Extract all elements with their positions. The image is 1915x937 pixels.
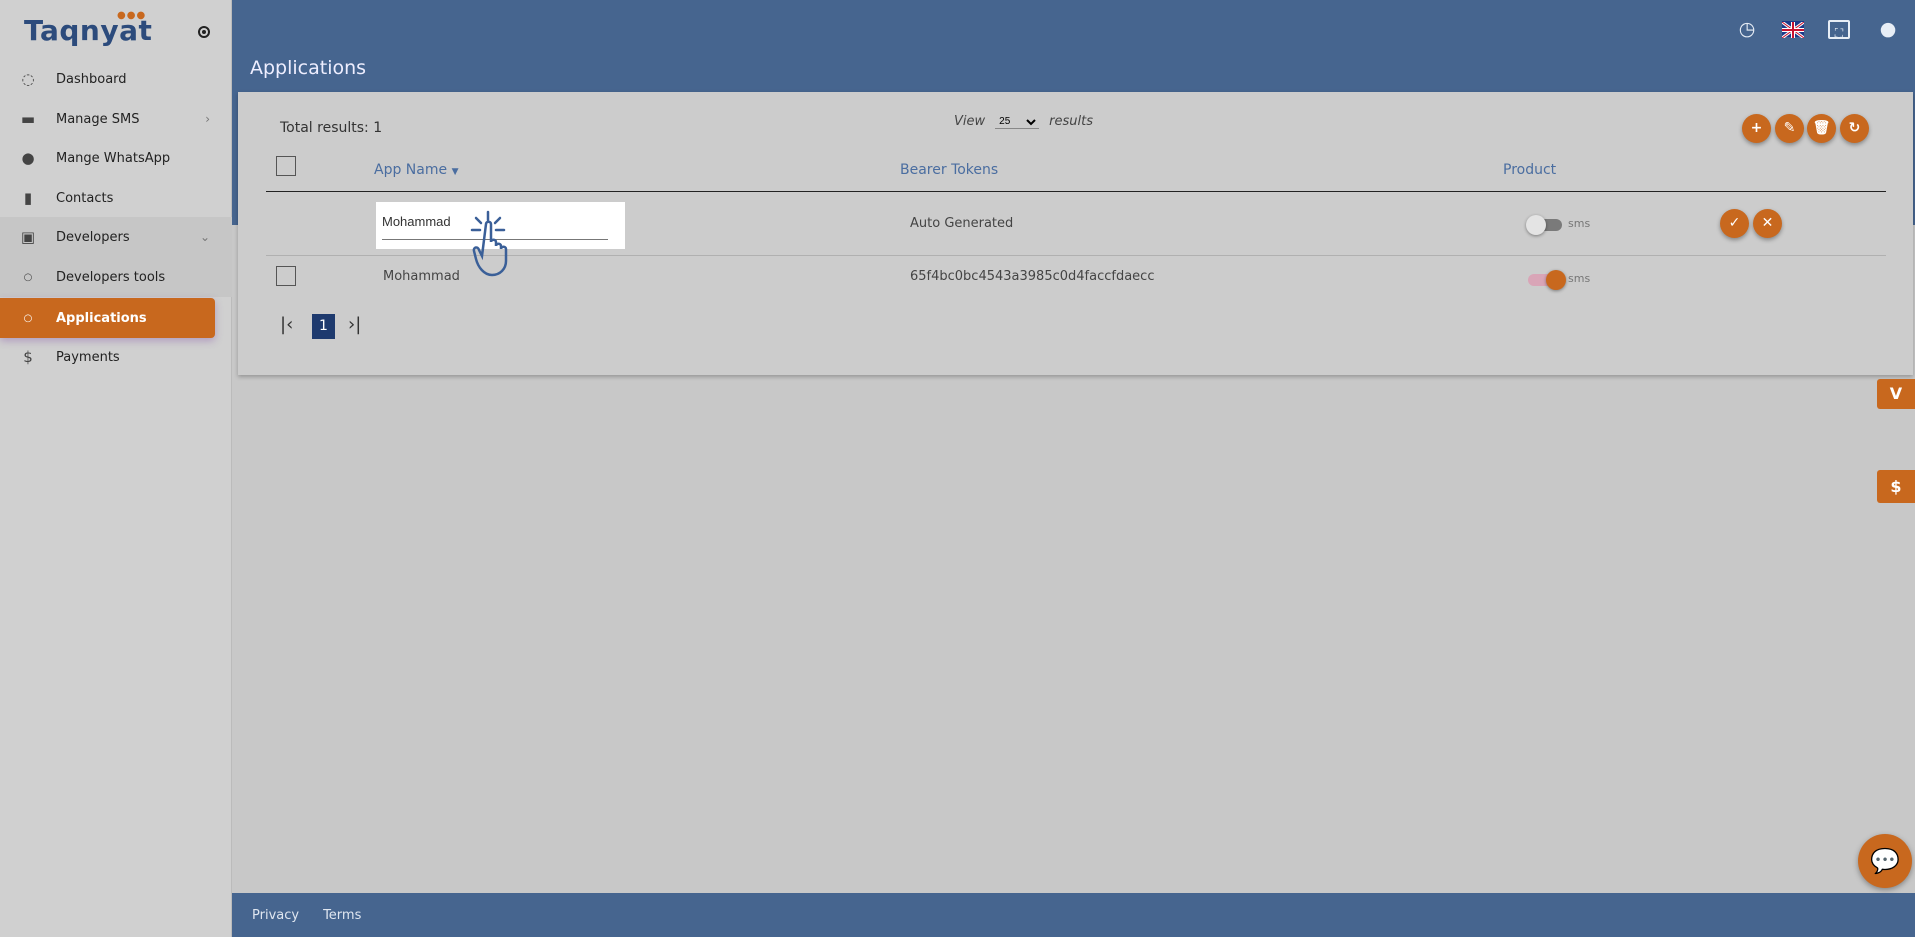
- footer: Privacy Terms: [232, 893, 1915, 937]
- current-page[interactable]: 1: [312, 314, 335, 339]
- sidebar: ●●● Taqnyat ◌ Dashboard ▬ Manage SMS › ● Man…: [0, 0, 232, 937]
- feedback-tab[interactable]: V: [1877, 379, 1915, 409]
- sidebar-item-label: Contacts: [56, 190, 114, 206]
- sidebar-item-payments[interactable]: $ Payments: [0, 337, 232, 377]
- dashboard-icon: ◌: [21, 70, 35, 88]
- column-label: App Name: [374, 162, 448, 178]
- sidebar-item-applications[interactable]: ○ Applications: [0, 298, 215, 338]
- logo[interactable]: Taqnyat: [24, 14, 152, 47]
- sidebar-item-manage-sms[interactable]: ▬ Manage SMS ›: [0, 99, 232, 139]
- last-page-button[interactable]: ›|: [348, 314, 361, 335]
- sidebar-item-whatsapp[interactable]: ● Mange WhatsApp: [0, 138, 232, 178]
- clock-icon[interactable]: ◷: [1736, 18, 1758, 40]
- whatsapp-icon: ●: [21, 149, 35, 167]
- cancel-button[interactable]: ✕: [1753, 209, 1782, 238]
- token-cell: Auto Generated: [910, 216, 1014, 231]
- view-label: View: [954, 114, 986, 129]
- add-button[interactable]: +: [1742, 114, 1771, 143]
- row-checkbox[interactable]: [276, 266, 296, 286]
- app-name-cell: Mohammad: [383, 269, 460, 284]
- sort-down-icon: ▼: [451, 167, 459, 177]
- app-name-input[interactable]: [382, 210, 608, 240]
- app-name-edit-box: [376, 202, 625, 249]
- account-icon[interactable]: ●: [1877, 18, 1899, 40]
- dollar-icon: $: [23, 348, 33, 366]
- header-divider: [266, 191, 1886, 192]
- chat-button[interactable]: 💬: [1858, 834, 1912, 888]
- circle-icon: ○: [23, 271, 33, 283]
- product-label: sms: [1568, 272, 1591, 285]
- sidebar-item-label: Applications: [56, 310, 147, 326]
- column-bearer-tokens[interactable]: Bearer Tokens: [900, 162, 998, 178]
- first-page-button[interactable]: |‹: [280, 314, 293, 335]
- page-title: Applications: [250, 57, 367, 79]
- sidebar-item-label: Dashboard: [56, 71, 127, 87]
- uk-flag-icon[interactable]: [1781, 20, 1805, 40]
- circle-icon: ○: [23, 312, 33, 324]
- sidebar-item-label: Manage SMS: [56, 111, 140, 127]
- sidebar-item-developers[interactable]: ▣ Developers ⌄: [0, 217, 232, 257]
- sidebar-item-label: Developers tools: [56, 269, 166, 285]
- fullscreen-icon[interactable]: ⛶: [1828, 20, 1850, 40]
- terms-link[interactable]: Terms: [323, 908, 361, 923]
- column-product[interactable]: Product: [1503, 162, 1556, 178]
- sidebar-toggle-radio[interactable]: [198, 26, 210, 38]
- results-label: results: [1049, 114, 1093, 129]
- sidebar-item-label: Payments: [56, 349, 120, 365]
- sidebar-item-label: Mange WhatsApp: [56, 150, 171, 166]
- pricing-tab[interactable]: $: [1877, 470, 1915, 503]
- total-results: Total results: 1: [280, 120, 383, 136]
- sidebar-item-label: Developers: [56, 229, 130, 245]
- page-size-control: View 25 results: [954, 114, 1093, 129]
- sidebar-item-developers-tools[interactable]: ○ Developers tools: [0, 257, 232, 297]
- select-all-checkbox[interactable]: [276, 156, 296, 176]
- token-cell: 65f4bc0bc4543a3985c0d4faccfdaecc: [910, 269, 1155, 284]
- sidebar-item-dashboard[interactable]: ◌ Dashboard: [0, 59, 232, 99]
- edit-button[interactable]: ✎: [1775, 114, 1804, 143]
- product-label: sms: [1568, 217, 1591, 230]
- chevron-right-icon: ›: [205, 112, 210, 126]
- product-toggle[interactable]: [1528, 270, 1566, 290]
- confirm-button[interactable]: ✓: [1720, 209, 1749, 238]
- privacy-link[interactable]: Privacy: [252, 908, 299, 923]
- refresh-button[interactable]: ↻: [1840, 114, 1869, 143]
- chat-icon: ▬: [20, 110, 36, 128]
- applications-card: Total results: 1 View 25 results + ✎ 🗑 ↻…: [238, 92, 1913, 375]
- sidebar-item-contacts[interactable]: ▮ Contacts: [0, 178, 232, 218]
- developers-icon: ▣: [20, 228, 36, 246]
- contacts-book-icon: ▮: [23, 189, 33, 207]
- delete-button[interactable]: 🗑: [1807, 114, 1836, 143]
- chevron-down-icon: ⌄: [199, 230, 210, 244]
- row-divider: [266, 255, 1886, 256]
- page-size-select[interactable]: 25: [995, 114, 1040, 129]
- column-app-name[interactable]: App Name ▼: [374, 162, 458, 178]
- product-toggle[interactable]: [1526, 215, 1562, 235]
